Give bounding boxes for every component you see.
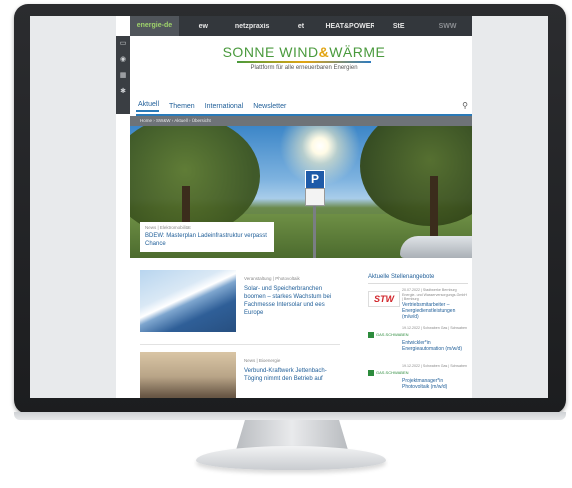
article-title[interactable]: Verbund-Kraftwerk Jettenbach-Töging nimm… [244,367,344,383]
site-logo[interactable]: SONNE WIND&WÄRME Plattform für alle erne… [136,44,472,71]
job-title[interactable]: Vertriebsmitarbeiter – Energiedienstleis… [402,302,468,320]
monitor-screen: energie-de ew netzpraxis et HEAT&POWER S… [30,16,548,398]
partner-link-energie-de[interactable]: energie-de [130,16,179,36]
logo-part-2: WÄRME [329,44,386,60]
job-item[interactable]: STW 20.07.2022 | Stadtwerke Bernburg Ene… [368,288,468,322]
job-title[interactable]: Projektmanager*in Photovoltaik (m/w/d) [402,378,468,390]
partner-link-sww[interactable]: SWW [423,23,472,30]
partner-link-et[interactable]: et [277,23,326,30]
logo-subtitle: Plattform für alle erneuerbaren Energien [250,65,358,71]
job-item[interactable]: GAS.SCHWABEN 19.12.2022 | Schwaben Gas |… [368,326,468,360]
partner-link-heat-power[interactable]: HEAT&POWER [325,23,374,30]
parking-sign-icon: P [305,170,325,189]
jobs-heading[interactable]: Aktuelle Stellenangebote [368,274,468,284]
employer-logo: GAS.SCHWABEN [368,332,409,338]
job-meta: 19.12.2022 | Schwaben Gas | Schwaben [402,326,468,330]
monitor-stand-foot [196,446,386,470]
partner-link-netzpraxis[interactable]: netzpraxis [228,23,277,30]
window-icon[interactable]: ▭ [116,36,130,52]
employer-logo: STW [368,291,400,307]
employer-logo: GAS.SCHWABEN [368,370,409,376]
article-category: Veranstaltung | Photovoltaik [244,276,300,281]
search-icon[interactable]: ⚲ [462,101,468,110]
job-meta: 20.07.2022 | Stadtwerke Bernburg Energie… [402,288,467,301]
hero-teaser[interactable]: P News | Elektromobilität BDEW: Masterpl… [130,126,472,258]
article-divider [140,344,340,345]
job-meta: 19.12.2022 | Schwaben Gas | Schwaben [402,364,468,368]
left-toolbar: ▭ ◉ ▦ ✱ [116,36,130,114]
breadcrumb[interactable]: Home › SW&W › Aktuell › Übersicht [130,116,472,126]
article-image-solar[interactable] [140,270,236,332]
logo-ampersand: & [318,44,330,60]
job-title[interactable]: Entwickler*in Energieautomation (m/w/d) [402,340,468,352]
jobs-widget: Aktuelle Stellenangebote STW 20.07.2022 … [368,274,468,398]
main-nav: Aktuell Themen International Newsletter … [136,98,472,116]
hero-image-car [400,236,472,258]
job-item[interactable]: GAS.SCHWABEN 19.12.2022 | Schwaben Gas |… [368,364,468,398]
hero-title[interactable]: BDEW: Masterplan Ladeinfrastruktur verpa… [145,232,269,248]
hero-image-tree-right [360,126,472,226]
eye-icon[interactable]: ◉ [116,52,130,68]
nav-item-newsletter[interactable]: Newsletter [251,103,286,110]
content-area: Veranstaltung | Photovoltaik Solar- und … [130,264,472,398]
nav-item-international[interactable]: International [203,103,244,110]
article-image-powerplant[interactable] [140,352,236,398]
logo-part-1: SONNE WIND [222,44,319,60]
partner-link-ste[interactable]: StE [374,23,423,30]
gear-icon[interactable]: ✱ [116,84,130,100]
partner-bar: energie-de ew netzpraxis et HEAT&POWER S… [130,16,472,36]
article-title[interactable]: Solar- und Speicherbranchen boomen – sta… [244,285,344,317]
monitor-chin [14,412,566,420]
nav-item-aktuell[interactable]: Aktuell [136,101,160,112]
article-category: News | Bioenergie [244,358,281,363]
hero-caption-card[interactable]: News | Elektromobilität BDEW: Masterplan… [140,222,274,252]
nav-item-themen[interactable]: Themen [167,103,195,110]
calendar-icon[interactable]: ▦ [116,68,130,84]
hero-category: News | Elektromobilität [145,225,191,230]
logo-underline [237,61,371,63]
partner-link-ew[interactable]: ew [179,23,228,30]
charging-sign-icon [305,188,325,206]
